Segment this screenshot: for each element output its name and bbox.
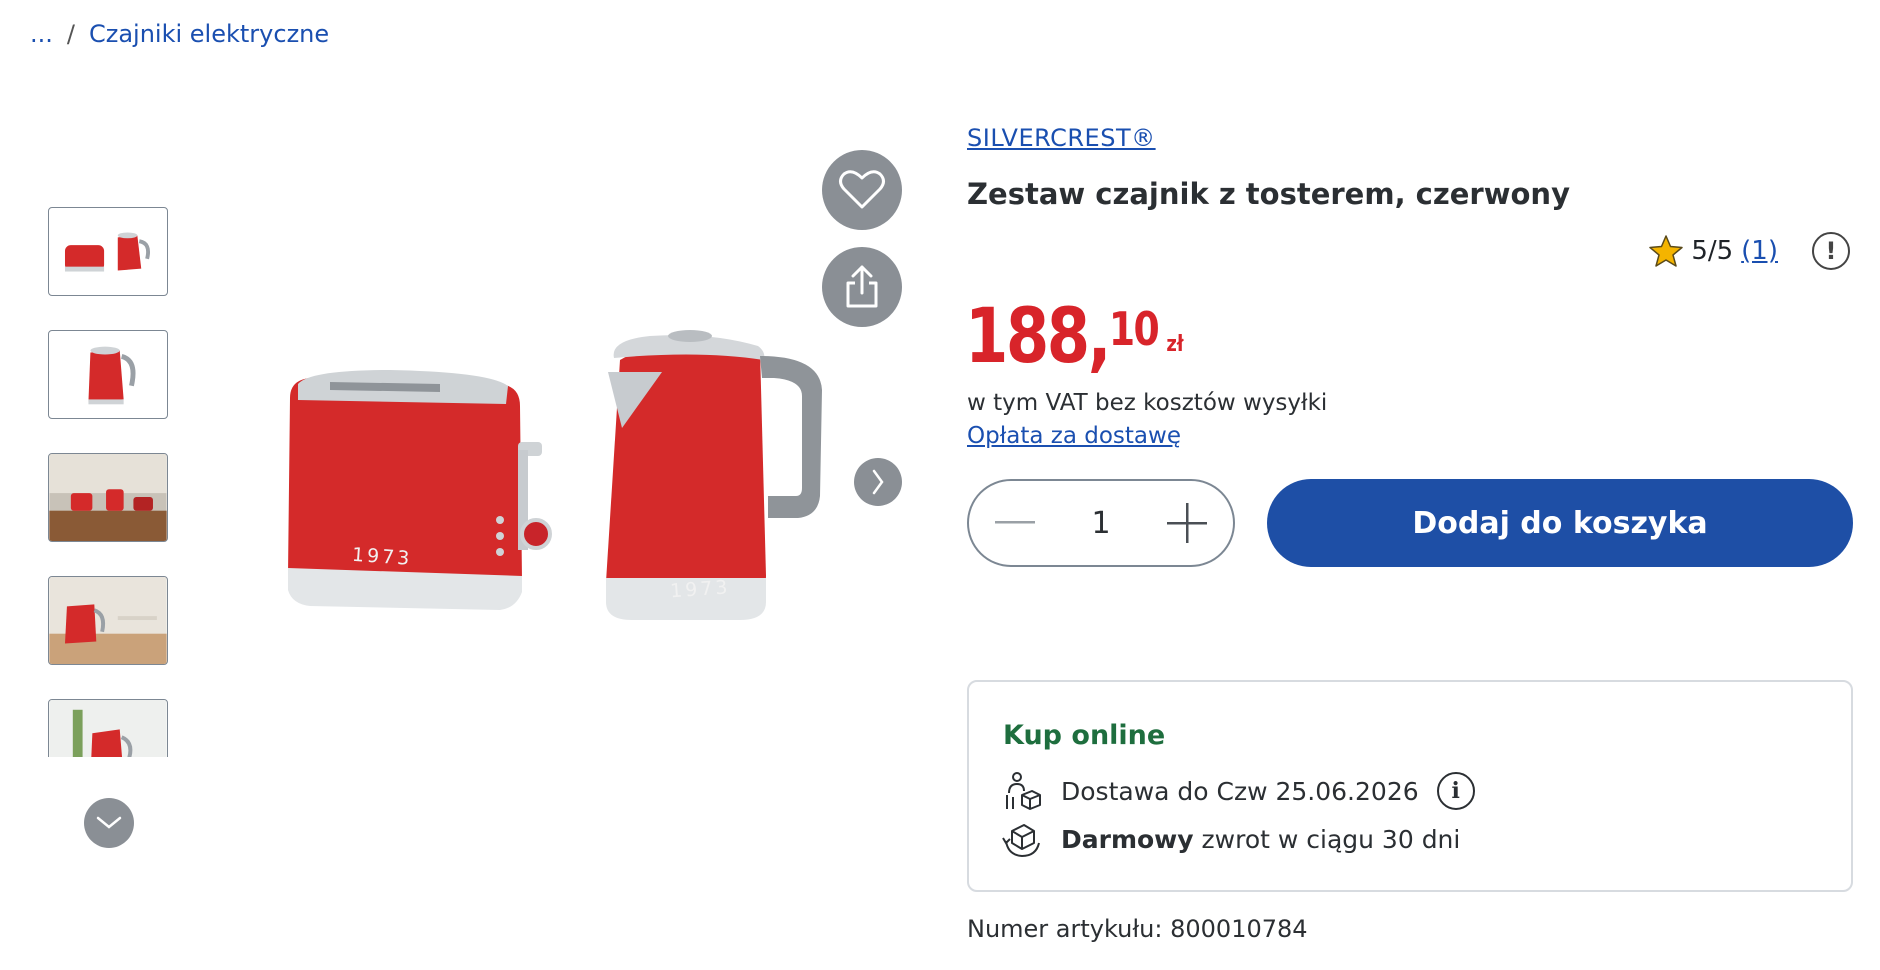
chevron-right-icon bbox=[872, 469, 884, 495]
svg-text:1973: 1973 bbox=[351, 544, 413, 570]
quantity-stepper bbox=[967, 479, 1235, 567]
rating: 5/5 (1) ! bbox=[1649, 232, 1850, 270]
plus-icon bbox=[1167, 503, 1207, 543]
thumbnails-scroll-down-button[interactable] bbox=[84, 798, 134, 848]
return-icon bbox=[1001, 818, 1043, 860]
thumbnail-5[interactable] bbox=[48, 699, 168, 757]
increase-quantity-button[interactable] bbox=[1165, 501, 1209, 545]
breadcrumb-separator: / bbox=[66, 20, 75, 48]
vat-note: w tym VAT bez kosztów wysyłki bbox=[967, 390, 1328, 416]
main-product-image: 1973 1973 bbox=[270, 320, 840, 650]
thumbnail-strip bbox=[48, 207, 170, 757]
share-icon bbox=[846, 265, 878, 308]
buy-online-title: Kup online bbox=[1003, 720, 1166, 751]
return-row: Darmowy zwrot w ciągu 30 dni bbox=[1001, 818, 1460, 860]
minus-icon bbox=[995, 521, 1035, 524]
article-number: Numer artykułu: 800010784 bbox=[967, 915, 1308, 943]
info-icon[interactable]: i bbox=[1436, 772, 1475, 810]
add-to-cart-button[interactable]: Dodaj do koszyka bbox=[1267, 479, 1853, 567]
delivery-fee-link[interactable]: Opłata za dostawę bbox=[967, 423, 1181, 449]
rating-score: 5/5 bbox=[1691, 236, 1734, 266]
decrease-quantity-button[interactable] bbox=[993, 501, 1037, 545]
price-decimals: 10 bbox=[1108, 302, 1160, 356]
delivery-row: Dostawa do Czw 25.06.2026 i bbox=[1001, 770, 1475, 812]
brand-link[interactable]: SILVERCREST® bbox=[967, 124, 1156, 152]
thumbnail-1[interactable] bbox=[48, 207, 168, 296]
chevron-down-icon bbox=[96, 816, 122, 829]
heart-icon bbox=[839, 170, 885, 209]
delivery-icon bbox=[1001, 770, 1043, 812]
delivery-date-text: Dostawa do Czw 25.06.2026 bbox=[1061, 776, 1419, 806]
thumbnail-2[interactable] bbox=[48, 330, 168, 419]
breadcrumb-ellipsis[interactable]: ... bbox=[30, 20, 53, 48]
buy-online-panel: Kup online Dostawa do Czw 25.06.2026 i D… bbox=[967, 680, 1853, 892]
product-title: Zestaw czajnik z tosterem, czerwony bbox=[967, 177, 1570, 211]
price: 188, 10 zł bbox=[965, 298, 1184, 374]
quantity-input[interactable] bbox=[1071, 505, 1131, 541]
price-main: 188, bbox=[965, 291, 1111, 380]
alert-icon[interactable]: ! bbox=[1812, 232, 1850, 270]
thumbnail-3[interactable] bbox=[48, 453, 168, 542]
toaster-illustration: 1973 bbox=[288, 370, 552, 610]
return-text: zwrot w ciągu 30 dni bbox=[1193, 824, 1461, 854]
breadcrumb: ... / Czajniki elektryczne bbox=[30, 20, 329, 48]
svg-text:1973: 1973 bbox=[669, 576, 731, 602]
price-currency: zł bbox=[1166, 332, 1184, 357]
share-button[interactable] bbox=[822, 247, 902, 327]
return-bold-text: Darmowy bbox=[1061, 824, 1194, 854]
thumbnail-4[interactable] bbox=[48, 576, 168, 665]
add-to-favorites-button[interactable] bbox=[822, 150, 902, 230]
breadcrumb-current-category[interactable]: Czajniki elektryczne bbox=[89, 20, 329, 48]
rating-count-link[interactable]: (1) bbox=[1741, 236, 1778, 266]
next-image-button[interactable] bbox=[854, 458, 902, 506]
star-icon bbox=[1649, 235, 1684, 267]
kettle-illustration: 1973 bbox=[606, 330, 822, 620]
